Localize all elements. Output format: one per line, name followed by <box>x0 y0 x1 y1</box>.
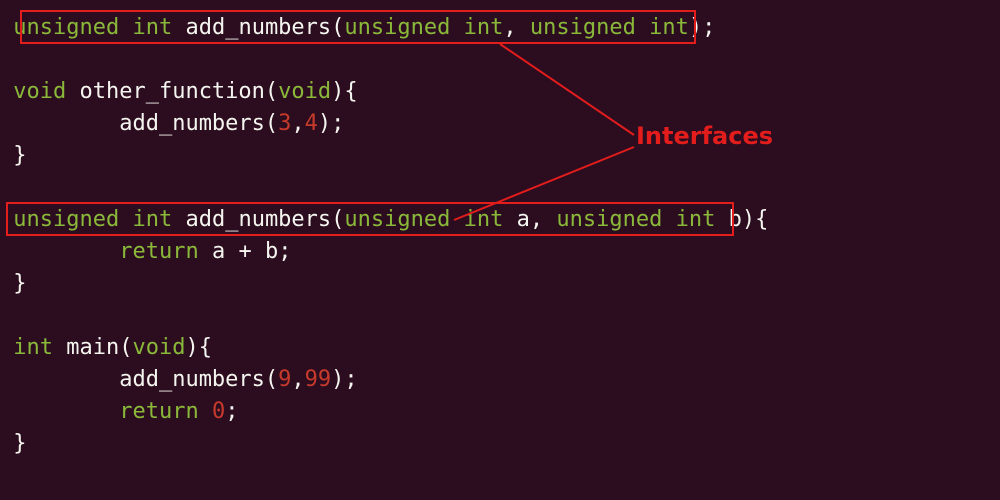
number-literal: 9 <box>278 367 291 392</box>
code-line-14: } <box>0 431 27 456</box>
code-line-12: add_numbers(9,99); <box>0 367 358 392</box>
number-literal: 0 <box>212 399 225 424</box>
keyword-return: return <box>119 239 198 264</box>
number-literal: 99 <box>305 367 332 392</box>
identifier-fn: main <box>66 335 119 360</box>
keyword-void: void <box>278 79 331 104</box>
code-line-3: void other_function(void){ <box>0 79 358 104</box>
code-line-13: return 0; <box>0 399 238 424</box>
code-line-5: } <box>0 143 27 168</box>
code-line-11: int main(void){ <box>0 335 212 360</box>
number-literal: 3 <box>278 111 291 136</box>
highlight-box-definition <box>6 202 734 236</box>
code-line-4: add_numbers(3,4); <box>0 111 344 136</box>
number-literal: 4 <box>305 111 318 136</box>
keyword-int: int <box>13 335 53 360</box>
identifier-fn: add_numbers <box>119 367 265 392</box>
keyword-void: void <box>132 335 185 360</box>
highlight-box-declaration <box>20 10 696 44</box>
keyword-return: return <box>119 399 198 424</box>
code-line-9: } <box>0 271 27 296</box>
identifier-fn: add_numbers <box>119 111 265 136</box>
code-block: unsigned int add_numbers(unsigned int, u… <box>0 12 1000 460</box>
annotation-label: Interfaces <box>636 122 773 150</box>
keyword-void: void <box>13 79 66 104</box>
identifier-fn: other_function <box>79 79 264 104</box>
code-editor: unsigned int add_numbers(unsigned int, u… <box>0 0 1000 460</box>
code-line-8: return a + b; <box>0 239 291 264</box>
